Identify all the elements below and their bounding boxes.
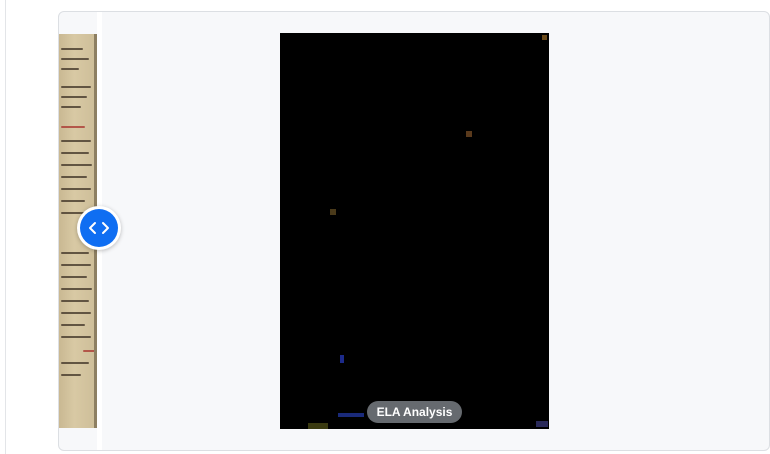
slider-handle[interactable] [77,206,121,250]
ela-analysis-label: ELA Analysis [367,401,462,423]
image-comparison-viewer[interactable]: ELA Analysis [58,11,770,451]
ela-analysis-image [280,33,549,429]
page-left-border [5,0,6,454]
chevron-left-right-icon [80,209,118,247]
